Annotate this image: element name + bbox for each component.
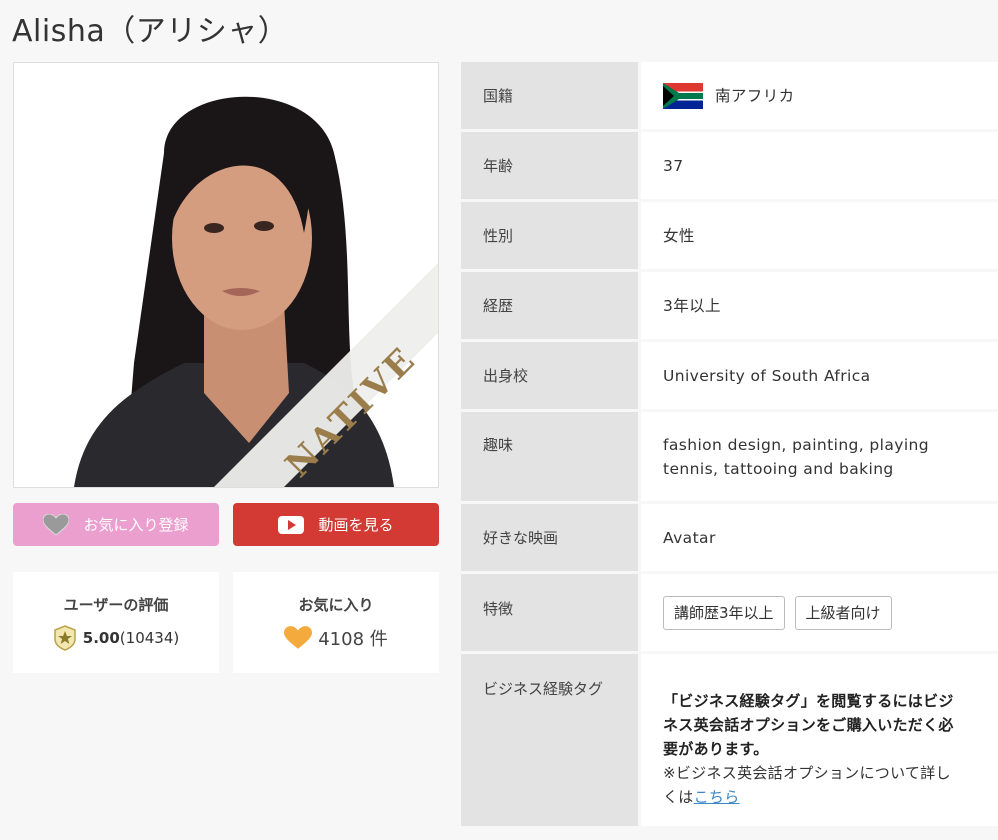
detail-row-features: 特徴 講師歴3年以上 上級者向け [461, 574, 998, 651]
business-notice: 「ビジネス経験タグ」を閲覧するにはビジネス英会話オプションをご購入いただく必要が… [663, 692, 954, 758]
favorites-card: お気に入り 4108 件 [233, 572, 439, 673]
detail-label: 経歴 [461, 272, 638, 339]
detail-row-hobbies: 趣味 fashion design, painting, playing ten… [461, 412, 998, 501]
star-badge-icon [54, 625, 76, 651]
teacher-photo: NATIVE [13, 62, 439, 488]
rating-title: ユーザーの評価 [63, 596, 169, 614]
feature-tag: 講師歴3年以上 [663, 595, 785, 630]
detail-row-business-tags: ビジネス経験タグ 「ビジネス経験タグ」を閲覧するにはビジネス英会話オプションをご… [461, 654, 998, 826]
south-africa-flag-icon [663, 82, 703, 109]
detail-row-gender: 性別 女性 [461, 202, 998, 269]
detail-row-age: 年齢 37 [461, 132, 998, 199]
business-info-link[interactable]: こちら [694, 788, 740, 806]
detail-row-experience: 経歴 3年以上 [461, 272, 998, 339]
detail-value: 37 [641, 132, 998, 199]
detail-label: 国籍 [461, 62, 638, 129]
detail-value: University of South Africa [641, 342, 998, 409]
rating-count: (10434) [119, 629, 180, 647]
detail-label: 趣味 [461, 412, 638, 501]
detail-value: 3年以上 [641, 272, 998, 339]
feature-tag: 上級者向け [794, 595, 892, 630]
heart-icon [284, 626, 313, 649]
detail-value: 女性 [641, 202, 998, 269]
detail-value: Avatar [641, 504, 998, 571]
teacher-details-table: 国籍 南アフリカ 年齢 37 性別 女性 経歴 3年以上 出身校 Univers… [461, 62, 998, 829]
play-icon [278, 515, 305, 534]
user-rating-card: ユーザーの評価 5.00 (10434) [13, 572, 219, 673]
detail-label: 年齢 [461, 132, 638, 199]
detail-label: 好きな映画 [461, 504, 638, 571]
watch-video-button[interactable]: 動画を見る [233, 503, 439, 546]
favorites-count: 4108 件 [318, 629, 388, 650]
detail-label: 出身校 [461, 342, 638, 409]
heart-icon [43, 513, 70, 536]
detail-label: ビジネス経験タグ [461, 654, 638, 826]
page-title: Alisha（アリシャ） [12, 14, 289, 49]
add-favorite-button[interactable]: お気に入り登録 [13, 503, 219, 546]
detail-label: 性別 [461, 202, 638, 269]
detail-row-nationality: 国籍 南アフリカ [461, 62, 998, 129]
detail-value: fashion design, painting, playing tennis… [641, 412, 998, 501]
detail-value: 南アフリカ [715, 86, 795, 105]
detail-row-movie: 好きな映画 Avatar [461, 504, 998, 571]
watch-video-label: 動画を見る [318, 516, 394, 534]
favorites-title: お気に入り [298, 596, 374, 614]
detail-label: 特徴 [461, 574, 638, 651]
rating-score: 5.00 [82, 629, 120, 647]
add-favorite-label: お気に入り登録 [83, 516, 189, 534]
detail-row-school: 出身校 University of South Africa [461, 342, 998, 409]
